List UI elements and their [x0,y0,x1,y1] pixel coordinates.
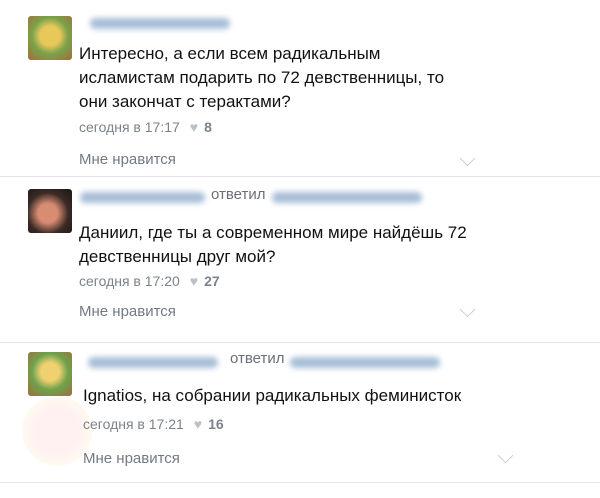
timestamp[interactable]: сегодня в 17:20 [79,273,180,289]
divider [0,342,600,343]
comment-meta: сегодня в 17:20 ♥ 27 [79,273,220,289]
comment-text: Ignatios, на собрании радикальных фемини… [83,386,462,405]
replied-label: ответил [230,350,285,367]
comment-meta: сегодня в 17:17 ♥ 8 [79,119,212,135]
heart-icon: ♥ [193,416,203,432]
divider [0,176,600,177]
avatar[interactable] [28,189,72,233]
reply-target-name[interactable] [290,357,440,368]
author-name[interactable] [88,357,218,368]
heart-icon: ♥ [189,273,199,289]
avatar[interactable] [28,352,72,396]
heart-icon: ♥ [189,119,199,135]
like-count: 27 [204,273,220,289]
divider [0,482,600,483]
timestamp[interactable]: сегодня в 17:17 [79,119,180,135]
comment-text: Даниил, где ты а современном мире найдёш… [79,223,467,266]
comment-1: Интересно, а если всем радикальным ислам… [0,0,600,180]
chevron-down-icon[interactable] [497,447,514,464]
comment-3: ответил Ignatios, на собрании радикальны… [0,346,600,498]
like-count: 16 [208,416,224,432]
comment-thread: Интересно, а если всем радикальным ислам… [0,0,600,498]
comment-meta: сегодня в 17:21 ♥ 16 [83,416,224,432]
like-button[interactable]: Мне нравится [79,303,176,320]
timestamp[interactable]: сегодня в 17:21 [83,416,184,432]
like-button[interactable]: Мне нравится [83,450,180,467]
like-count: 8 [204,119,212,135]
reply-target-name[interactable] [272,192,422,203]
replied-label: ответил [211,186,266,203]
author-name[interactable] [90,18,230,29]
avatar[interactable] [28,16,72,60]
comment-text: Интересно, а если всем радикальным ислам… [79,44,445,111]
comment-2: ответил Даниил, где ты а современном мир… [0,180,600,340]
like-button[interactable]: Мне нравится [79,151,176,168]
author-name[interactable] [80,192,205,203]
chevron-down-icon[interactable] [459,301,476,318]
chevron-down-icon[interactable] [459,150,476,167]
